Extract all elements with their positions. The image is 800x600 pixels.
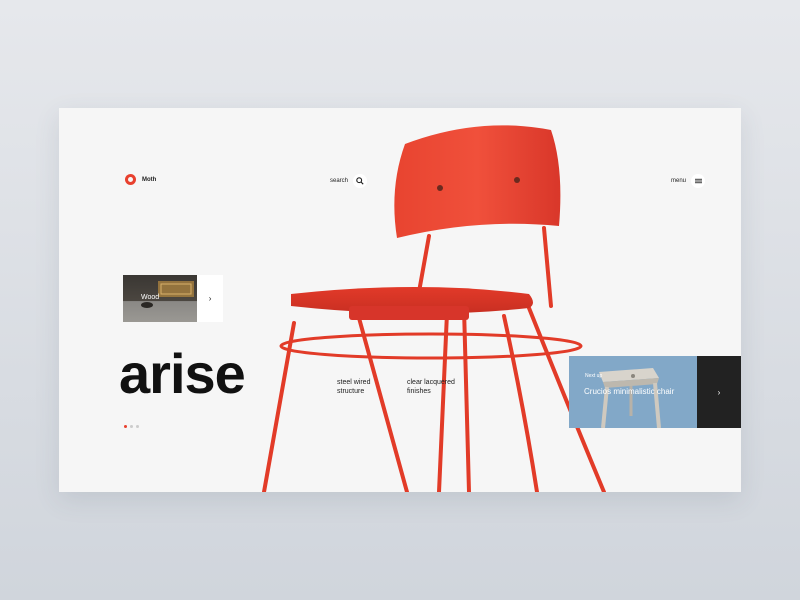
brand-name: Moth [142, 176, 157, 183]
brand-logo[interactable]: Moth [125, 174, 156, 185]
wood-material-card[interactable]: Wood › [123, 275, 223, 322]
menu-button[interactable] [691, 174, 706, 188]
product-tag: Next up [585, 373, 603, 379]
product-next-button[interactable]: › [697, 356, 741, 428]
menu-control[interactable]: menu [671, 174, 706, 188]
search-control[interactable]: search [330, 174, 368, 188]
feature-finish: clear lacquered finishes [407, 379, 455, 395]
wood-next-button[interactable]: › [197, 275, 223, 322]
next-product-card[interactable]: Next up Crucios minimalistic chair › [569, 356, 741, 428]
pagination-dot-active[interactable] [124, 425, 127, 428]
search-label: search [330, 178, 349, 184]
chevron-right-icon: › [717, 387, 721, 397]
menu-label: menu [671, 178, 687, 184]
chevron-right-icon: › [208, 294, 212, 303]
search-icon [356, 177, 364, 185]
product-thumbnail: Next up Crucios minimalistic chair [569, 356, 697, 428]
pagination-dot[interactable] [130, 425, 133, 428]
hamburger-menu-icon [694, 178, 702, 184]
product-name: Crucios minimalistic chair [584, 387, 675, 396]
wood-label: Wood [141, 294, 160, 301]
pagination [124, 425, 139, 428]
logo-mark-icon [125, 174, 136, 185]
feature-steel: steel wired structure [337, 379, 371, 395]
wood-thumbnail: Wood [123, 275, 198, 322]
search-button[interactable] [353, 174, 368, 188]
hero-card: Moth search menu Wood › arise steel wire… [59, 108, 741, 492]
pagination-dot[interactable] [136, 425, 139, 428]
hero-title: arise [119, 342, 246, 405]
